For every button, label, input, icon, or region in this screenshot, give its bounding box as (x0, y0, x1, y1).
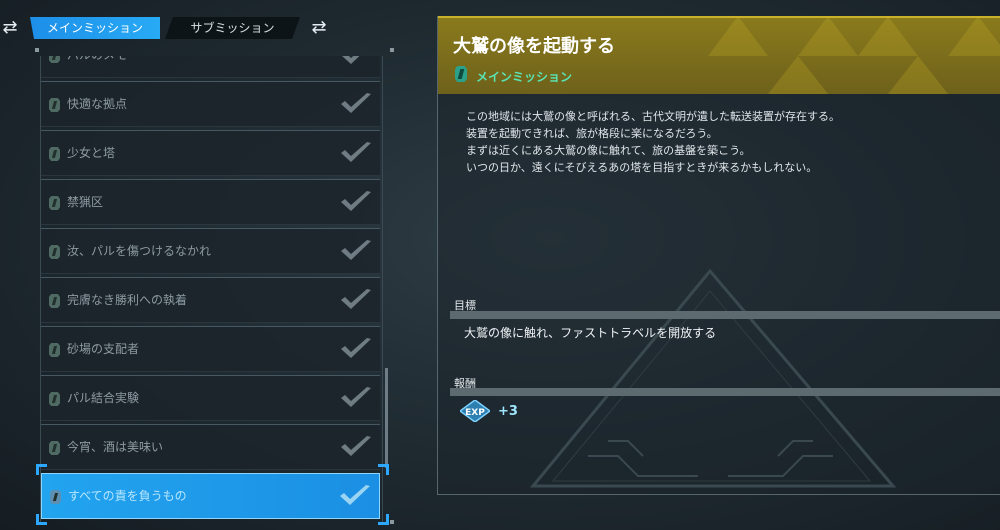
main-mission-icon (49, 441, 60, 455)
selection-corner (36, 464, 47, 475)
quest-item-label: 汝、パルを傷つけるなかれ (67, 244, 212, 258)
checkmark-icon (341, 387, 371, 407)
quest-item[interactable]: パルのメモ (41, 56, 380, 78)
quest-item[interactable]: 少女と塔 (41, 130, 380, 176)
checkmark-icon (341, 240, 371, 260)
mission-detail-panel: 大鷲の像を起動する メインミッション この地域には大鷲の像と呼ばれる、古代文明が… (437, 16, 1000, 495)
tab-sub-mission[interactable]: サブミッション (165, 17, 300, 39)
description-line: まずは近くにある大鷲の像に触れて、旅の基盤を築こう。 (466, 144, 751, 157)
main-mission-icon (49, 98, 60, 112)
checkmark-icon (341, 289, 371, 309)
checkmark-icon (341, 93, 371, 113)
frame-dot (390, 48, 394, 52)
quest-item[interactable]: 快適な拠点 (41, 81, 380, 127)
tab-main-mission[interactable]: メインミッション (30, 17, 160, 39)
main-mission-icon (49, 196, 60, 210)
quest-item-label: パルのメモ (67, 56, 127, 77)
reward-value: +3 (498, 404, 518, 419)
quest-item-label: 快適な拠点 (67, 97, 128, 111)
frame-dot (390, 520, 394, 524)
quest-item-label: 完膚なき勝利への執着 (67, 293, 188, 307)
main-mission-icon (49, 294, 60, 308)
frame-dot (35, 48, 39, 52)
reward-divider (450, 388, 1000, 396)
quest-item-label: 今宵、酒は美味い (67, 440, 164, 454)
quest-item-label: 砂場の支配者 (67, 342, 140, 356)
mission-description: この地域には大鷲の像と呼ばれる、古代文明が遺した転送装置が存在する。 装置を起動… (466, 108, 840, 176)
header-diamond-pattern (708, 16, 1000, 94)
main-mission-icon (49, 147, 60, 161)
description-line: この地域には大鷲の像と呼ばれる、古代文明が遺した転送装置が存在する。 (466, 110, 840, 123)
checkmark-icon (341, 436, 371, 456)
quest-item-label: すべての責を負うもの (68, 489, 187, 503)
selection-corner (378, 464, 389, 475)
objective-divider (450, 311, 1000, 319)
objective-text: 大鷲の像に触れ、ファストトラベルを開放する (464, 326, 717, 340)
checkmark-icon (340, 485, 370, 505)
quest-item[interactable]: 完膚なき勝利への執着 (41, 277, 380, 323)
quest-item-label: 少女と塔 (67, 146, 116, 160)
exp-icon: EXP (460, 400, 490, 422)
swap-right-icon[interactable]: ⇄ (309, 18, 329, 38)
description-line: いつの日か、遠くにそびえるあの塔を目指すときが来るかもしれない。 (466, 161, 818, 174)
checkmark-icon (341, 191, 371, 211)
swap-left-icon[interactable]: ⇄ (0, 18, 20, 38)
selection-corner (378, 514, 389, 525)
main-mission-icon (49, 56, 60, 63)
quest-item-label: パル結合実験 (67, 391, 140, 405)
quest-item[interactable]: 禁猟区 (41, 179, 380, 225)
checkmark-icon (342, 56, 360, 64)
scrollbar[interactable] (385, 368, 388, 468)
quest-item[interactable]: 砂場の支配者 (41, 326, 380, 372)
main-mission-icon (49, 245, 60, 259)
checkmark-icon (341, 338, 371, 358)
exp-label: EXP (465, 408, 485, 418)
description-line: 装置を起動できれば、旅が格段に楽になるだろう。 (466, 127, 718, 140)
selection-corner (36, 514, 47, 525)
main-mission-icon (49, 343, 60, 357)
main-mission-icon (50, 490, 61, 504)
quest-list: パルのメモ快適な拠点少女と塔禁猟区汝、パルを傷つけるなかれ完膚なき勝利への執着砂… (40, 56, 383, 524)
checkmark-icon (341, 142, 371, 162)
quest-item[interactable]: 汝、パルを傷つけるなかれ (41, 228, 380, 274)
quest-item-label: 禁猟区 (67, 195, 104, 209)
quest-item[interactable]: パル結合実験 (41, 375, 380, 421)
main-mission-icon (49, 392, 60, 406)
quest-item[interactable]: 今宵、酒は美味い (41, 424, 380, 470)
quest-item-selected[interactable]: すべての責を負うもの (41, 473, 380, 519)
